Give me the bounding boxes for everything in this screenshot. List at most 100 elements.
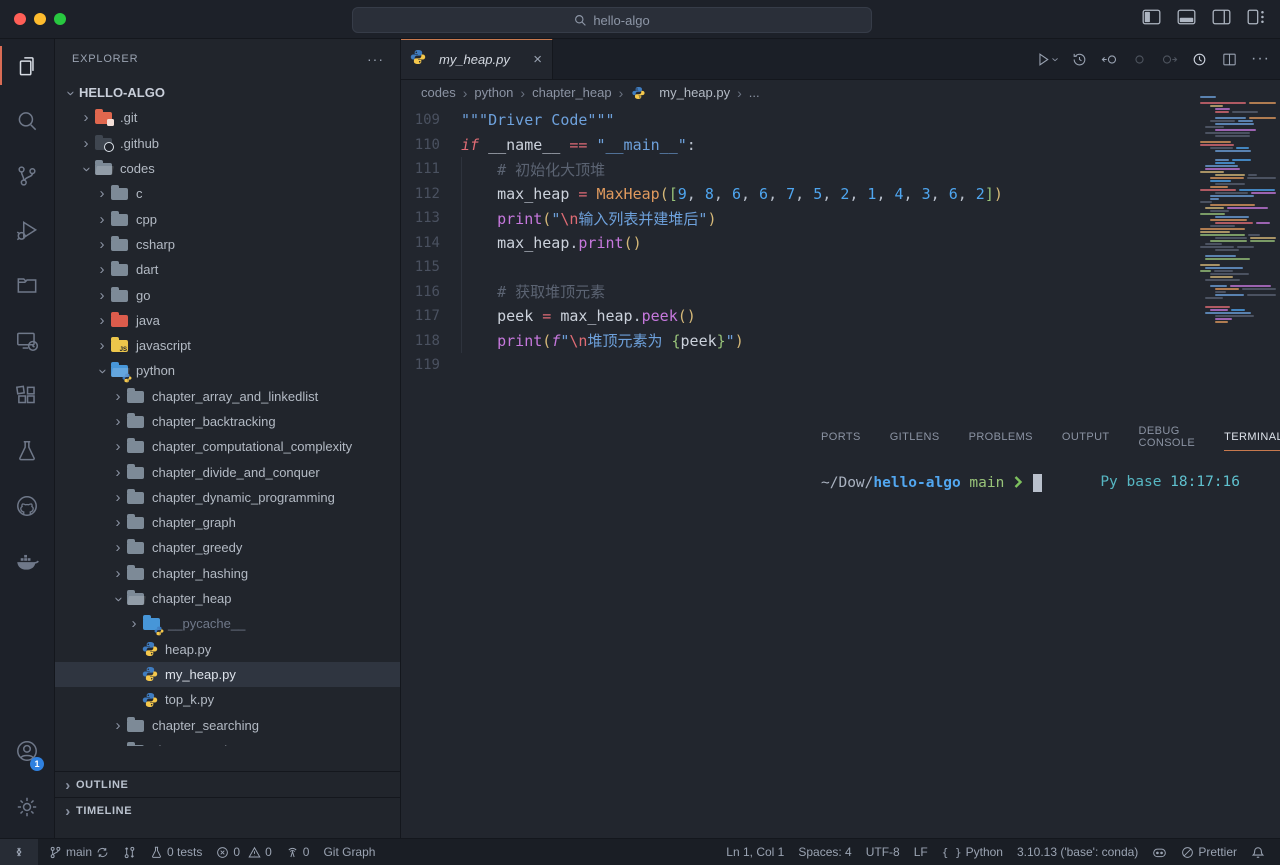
sidebar-item-source-control[interactable]	[0, 148, 54, 203]
accounts-button[interactable]: 1	[0, 723, 54, 779]
sidebar-item-docker[interactable]	[0, 533, 54, 588]
code-line-111[interactable]: 111 # 初始化大顶堆	[400, 157, 1190, 182]
code-line-113[interactable]: 113 print("\n输入列表并建堆后")	[400, 206, 1190, 231]
tree-item-top_k.py[interactable]: top_k.py	[54, 687, 400, 712]
panel-tab-gitlens[interactable]: GITLENS	[890, 425, 940, 449]
sidebar-item-remote-explorer[interactable]	[0, 313, 54, 368]
tree-item-__pycache__[interactable]: › __pycache__	[54, 611, 400, 636]
tree-item-chapter_searching[interactable]: ›chapter_searching	[54, 712, 400, 737]
outline-section-header[interactable]: › OUTLINE	[54, 771, 400, 798]
tree-item-cpp[interactable]: ›cpp	[54, 206, 400, 231]
sidebar-item-search[interactable]	[0, 93, 54, 148]
tree-item-chapter_array_and_linkedlist[interactable]: ›chapter_array_and_linkedlist	[54, 384, 400, 409]
tree-item-javascript[interactable]: ›JSjavascript	[54, 333, 400, 358]
tree-item-chapter_greedy[interactable]: ›chapter_greedy	[54, 535, 400, 560]
tree-item-.github[interactable]: ›.github	[54, 131, 400, 156]
minimize-window-button[interactable]	[34, 13, 46, 25]
tree-item-.git[interactable]: ›.git	[54, 105, 400, 130]
minimap[interactable]	[1200, 96, 1276, 324]
zoom-window-button[interactable]	[54, 13, 66, 25]
python-interpreter[interactable]: 3.10.13 ('base': conda)	[1010, 839, 1145, 865]
close-tab-icon[interactable]: ×	[533, 51, 542, 68]
sidebar-item-github[interactable]	[0, 478, 54, 533]
sidebar-item-testing[interactable]	[0, 423, 54, 478]
cursor-position[interactable]: Ln 1, Col 1	[719, 839, 791, 865]
remote-indicator[interactable]	[0, 839, 38, 865]
breadcrumb-item[interactable]: python	[474, 85, 513, 100]
tree-item-chapter_hashing[interactable]: ›chapter_hashing	[54, 561, 400, 586]
tree-item-my_heap.py[interactable]: my_heap.py	[54, 662, 400, 687]
indentation-status[interactable]: Spaces: 4	[791, 839, 858, 865]
code-line-116[interactable]: 116 # 获取堆顶元素	[400, 280, 1190, 305]
language-mode[interactable]: { } Python	[935, 839, 1010, 865]
run-dropdown-icon[interactable]: ›	[1048, 57, 1063, 61]
sidebar-item-explorer[interactable]	[0, 38, 54, 93]
gitlens-clock-icon[interactable]	[1191, 51, 1208, 68]
tree-item-codes[interactable]: ›codes	[54, 156, 400, 181]
settings-button[interactable]	[0, 779, 54, 835]
tree-item-chapter_sorting[interactable]: ›chapter_sorting	[54, 738, 400, 746]
problems-status[interactable]: 0 0	[209, 839, 278, 865]
tree-item-chapter_computational_complexity[interactable]: ›chapter_computational_complexity	[54, 434, 400, 459]
close-window-button[interactable]	[14, 13, 26, 25]
git-graph-button[interactable]: Git Graph	[316, 839, 382, 865]
open-changes-prev-icon[interactable]	[1101, 51, 1118, 68]
prettier-status[interactable]: Prettier	[1174, 839, 1244, 865]
eol-status[interactable]: LF	[907, 839, 935, 865]
branch-status[interactable]: main	[42, 839, 116, 865]
code-line-109[interactable]: 109"""Driver Code"""	[400, 108, 1190, 133]
panel-tab-output[interactable]: OUTPUT	[1062, 425, 1110, 449]
toggle-primary-sidebar-icon[interactable]	[1142, 9, 1161, 25]
feedback-status[interactable]: 0	[279, 839, 317, 865]
code-line-115[interactable]: 115	[400, 255, 1190, 280]
copilot-status[interactable]	[1145, 839, 1174, 865]
sidebar-item-run-debug[interactable]	[0, 203, 54, 258]
tree-item-java[interactable]: ›java	[54, 308, 400, 333]
command-center-search[interactable]: hello-algo	[352, 7, 872, 33]
panel-tab-ports[interactable]: PORTS	[821, 425, 861, 449]
terminal[interactable]: ~/Dow/hello-algo main Py base 18:17:16	[821, 474, 1240, 492]
tests-status[interactable]: 0 tests	[143, 839, 209, 865]
tree-item-chapter_graph[interactable]: ›chapter_graph	[54, 510, 400, 535]
tab-my-heap[interactable]: my_heap.py ×	[400, 38, 553, 79]
code-line-110[interactable]: 110if __name__ == "__main__":	[400, 133, 1190, 158]
encoding-status[interactable]: UTF-8	[859, 839, 907, 865]
panel-tab-terminal[interactable]: TERMINAL	[1224, 425, 1280, 449]
code-line-119[interactable]: 119	[400, 353, 1190, 378]
tree-item-csharp[interactable]: ›csharp	[54, 232, 400, 257]
tree-item-chapter_backtracking[interactable]: ›chapter_backtracking	[54, 409, 400, 434]
notifications-bell[interactable]	[1244, 839, 1272, 865]
breadcrumb-item[interactable]: ...	[749, 85, 760, 100]
tree-item-python[interactable]: › python	[54, 358, 400, 383]
breadcrumb-item[interactable]: chapter_heap	[532, 85, 612, 100]
open-changes-next-icon[interactable]	[1161, 51, 1178, 68]
tree-item-go[interactable]: ›go	[54, 282, 400, 307]
tree-item-c[interactable]: ›c	[54, 181, 400, 206]
open-changes-icon[interactable]	[1131, 51, 1148, 68]
panel-tab-debug-console[interactable]: DEBUG CONSOLE	[1139, 419, 1196, 455]
code-line-112[interactable]: 112 max_heap = MaxHeap([9, 8, 6, 6, 7, 5…	[400, 182, 1190, 207]
code-area[interactable]: 109"""Driver Code"""110if __name__ == "_…	[400, 108, 1190, 378]
customize-layout-icon[interactable]	[1247, 9, 1266, 25]
tree-item-HELLO-ALGO[interactable]: ›HELLO-ALGO	[54, 80, 400, 105]
timeline-section-header[interactable]: › TIMELINE	[54, 797, 400, 824]
code-line-114[interactable]: 114 max_heap.print()	[400, 231, 1190, 256]
tree-item-dart[interactable]: ›dart	[54, 257, 400, 282]
breadcrumb-item[interactable]: codes	[421, 85, 456, 100]
tree-item-heap.py[interactable]: heap.py	[54, 637, 400, 662]
sidebar-item-extensions[interactable]	[0, 368, 54, 423]
sidebar-item-project-manager[interactable]	[0, 258, 54, 313]
code-line-118[interactable]: 118 print(f"\n堆顶元素为 {peek}")	[400, 329, 1190, 354]
compare-status[interactable]	[116, 839, 143, 865]
tree-item-chapter_heap[interactable]: ›chapter_heap	[54, 586, 400, 611]
code-line-117[interactable]: 117 peek = max_heap.peek()	[400, 304, 1190, 329]
panel-tab-problems[interactable]: PROBLEMS	[969, 425, 1033, 449]
explorer-more-actions[interactable]: ···	[367, 51, 384, 67]
file-history-icon[interactable]	[1071, 51, 1088, 68]
tree-item-chapter_dynamic_programming[interactable]: ›chapter_dynamic_programming	[54, 485, 400, 510]
tree-item-chapter_divide_and_conquer[interactable]: ›chapter_divide_and_conquer	[54, 459, 400, 484]
split-editor-icon[interactable]	[1221, 51, 1238, 68]
breadcrumb-item[interactable]: my_heap.py	[659, 85, 730, 100]
toggle-secondary-sidebar-icon[interactable]	[1212, 9, 1231, 25]
more-actions-icon[interactable]: ···	[1251, 50, 1270, 68]
